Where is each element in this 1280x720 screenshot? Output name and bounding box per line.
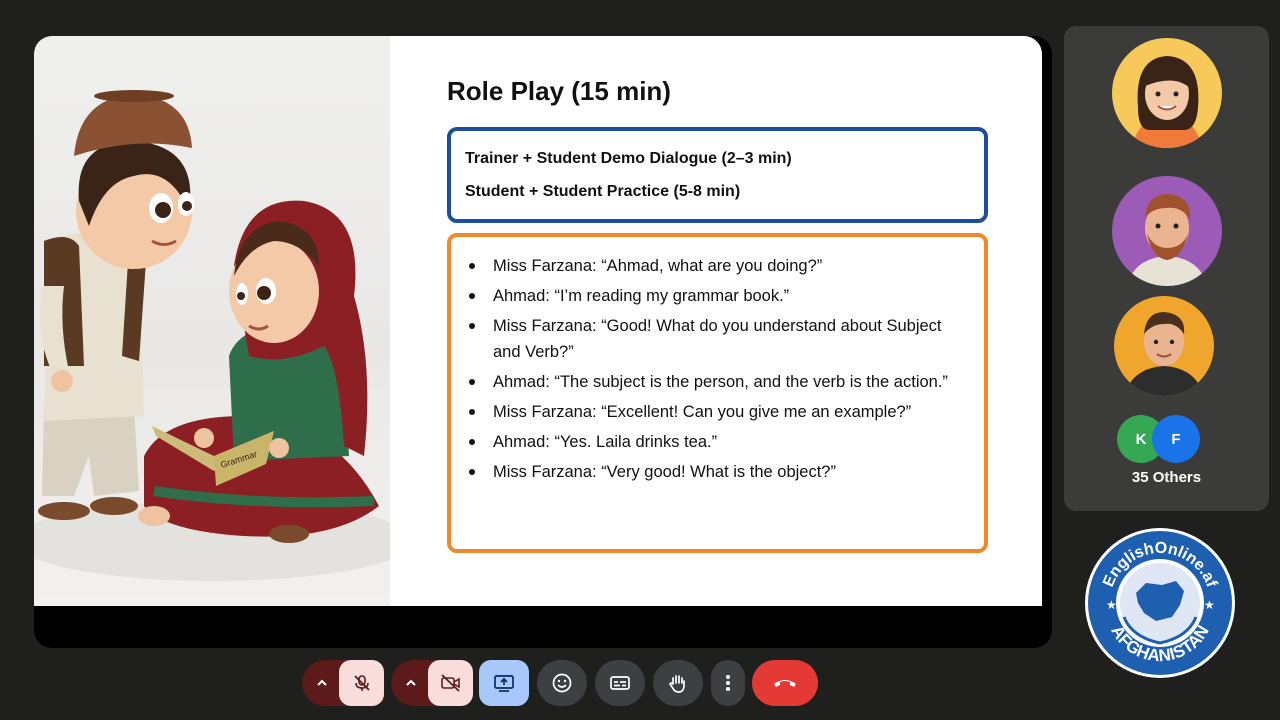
hand-icon xyxy=(669,675,685,693)
camera-group xyxy=(391,660,473,706)
dialogue-line: Ahmad: “Yes. Laila drinks tea.” xyxy=(465,429,970,455)
phone-hangup-icon xyxy=(774,680,796,687)
mode-item: Student + Student Practice (5-8 min) xyxy=(465,183,741,200)
mic-off-icon xyxy=(353,675,370,691)
present-button[interactable] xyxy=(479,660,529,706)
chip-initial: F xyxy=(1171,430,1181,448)
slide: Grammar Role Play (15 min) Trainer + Stu… xyxy=(34,36,1042,606)
dialogue-line: Miss Farzana: “Very good! What is the ob… xyxy=(465,459,970,485)
raise-hand-button[interactable] xyxy=(653,660,703,706)
more-options-button[interactable] xyxy=(711,660,745,706)
more-vertical-icon xyxy=(726,675,730,691)
participant-avatar[interactable] xyxy=(1112,38,1222,148)
captions-icon xyxy=(610,676,630,690)
children-illustration: Grammar xyxy=(34,90,390,581)
end-call-button[interactable] xyxy=(752,660,818,706)
activity-modes-box: Trainer + Student Demo Dialogue (2–3 min… xyxy=(447,127,988,223)
participant-chip[interactable]: F xyxy=(1152,415,1200,463)
svg-text:★: ★ xyxy=(1204,598,1215,612)
camera-toggle-button[interactable] xyxy=(428,660,473,706)
mode-item: Trainer + Student Demo Dialogue (2–3 min… xyxy=(465,150,792,167)
chevron-up-icon xyxy=(317,679,327,686)
slide-illustration: Grammar xyxy=(34,36,390,606)
slide-title: Role Play (15 min) xyxy=(447,76,671,106)
dialogue-line: Ahmad: “The subject is the person, and t… xyxy=(465,369,970,395)
woman-avatar-icon xyxy=(1132,56,1202,148)
present-screen-icon xyxy=(494,675,514,692)
participant-avatar[interactable] xyxy=(1114,296,1214,396)
dialogue-list: Miss Farzana: “Ahmad, what are you doing… xyxy=(465,253,970,489)
mic-toggle-button[interactable] xyxy=(339,660,384,706)
svg-text:★: ★ xyxy=(1106,598,1117,612)
chip-initial: K xyxy=(1135,430,1147,448)
mic-group xyxy=(302,660,384,706)
participants-panel: K F 35 Others xyxy=(1064,26,1269,511)
dialogue-line: Miss Farzana: “Excellent! Can you give m… xyxy=(465,399,970,425)
dialogue-line: Miss Farzana: “Good! What do you underst… xyxy=(465,313,970,365)
camera-options-button[interactable] xyxy=(391,660,431,706)
emoji-icon xyxy=(552,673,572,693)
mic-options-button[interactable] xyxy=(302,660,342,706)
reactions-button[interactable] xyxy=(537,660,587,706)
chevron-up-icon xyxy=(406,679,416,686)
camera-off-icon xyxy=(440,674,460,692)
captions-button[interactable] xyxy=(595,660,645,706)
man-beard-avatar-icon xyxy=(1127,194,1207,286)
presentation-stage: Grammar Role Play (15 min) Trainer + Stu… xyxy=(34,36,1052,648)
participant-avatar[interactable] xyxy=(1112,176,1222,286)
dialogue-line: Miss Farzana: “Ahmad, what are you doing… xyxy=(465,253,970,279)
others-count[interactable]: 35 Others xyxy=(1064,469,1269,486)
dialogue-line: Ahmad: “I’m reading my grammar book.” xyxy=(465,283,970,309)
englishonline-logo: EnglishOnline.af AFGHANISTAN ★ ★ xyxy=(1084,527,1236,679)
dialogue-box: Miss Farzana: “Ahmad, what are you doing… xyxy=(447,233,988,553)
man-avatar-icon xyxy=(1124,312,1204,396)
